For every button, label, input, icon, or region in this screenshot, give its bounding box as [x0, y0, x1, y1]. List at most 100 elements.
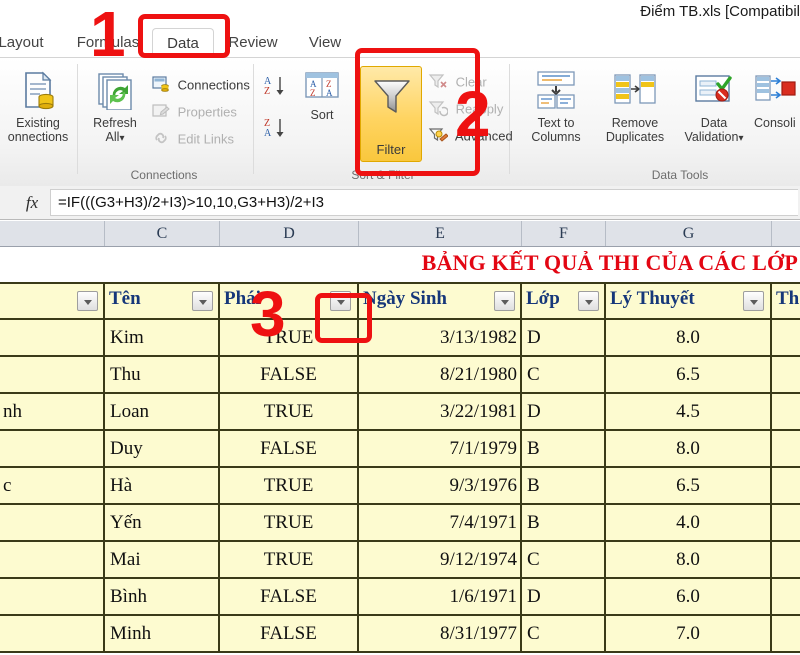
cell-class[interactable]: B: [522, 468, 606, 503]
remove-duplicates-button[interactable]: Remove Duplicates: [596, 70, 674, 144]
cell-dob[interactable]: 3/13/1982: [359, 320, 522, 355]
header-cell-g[interactable]: Lý Thuyết: [606, 284, 772, 318]
refresh-all-caret-icon[interactable]: ▾: [119, 133, 124, 144]
data-validation-button[interactable]: Data Validation▾: [678, 70, 750, 146]
function-icon[interactable]: fx: [18, 193, 46, 213]
cell-theory[interactable]: 6.5: [606, 357, 772, 392]
cell-dob[interactable]: 9/3/1976: [359, 468, 522, 503]
cell-theory[interactable]: 6.5: [606, 468, 772, 503]
cell-name[interactable]: Yến: [105, 505, 220, 540]
cell-theory[interactable]: 8.0: [606, 431, 772, 466]
cell-sex[interactable]: TRUE: [220, 468, 359, 503]
cell-dob[interactable]: 7/1/1979: [359, 431, 522, 466]
cell-name[interactable]: Mai: [105, 542, 220, 577]
column-header-f[interactable]: F: [522, 221, 606, 246]
connections-button[interactable]: Connections: [152, 75, 250, 97]
column-header-g[interactable]: G: [606, 221, 772, 246]
cell-class[interactable]: D: [522, 320, 606, 355]
cell-class[interactable]: C: [522, 357, 606, 392]
cell-practice[interactable]: [772, 542, 800, 577]
tab-review[interactable]: Review: [214, 28, 292, 58]
cell-b[interactable]: [0, 431, 105, 466]
tab-data[interactable]: Data: [152, 28, 214, 58]
cell-practice[interactable]: [772, 394, 800, 429]
cell-b[interactable]: nh: [0, 394, 105, 429]
consolidate-button[interactable]: Consoli: [754, 70, 800, 130]
cell-sex[interactable]: TRUE: [220, 542, 359, 577]
cell-sex[interactable]: TRUE: [220, 320, 359, 355]
cell-b[interactable]: [0, 616, 105, 651]
table-row[interactable]: c Hà TRUE 9/3/1976 B 6.5: [0, 468, 800, 505]
cell-practice[interactable]: [772, 579, 800, 614]
cell-sex[interactable]: FALSE: [220, 357, 359, 392]
cell-name[interactable]: Loan: [105, 394, 220, 429]
header-cell-f[interactable]: Lớp: [522, 284, 606, 318]
filter-dropdown-g[interactable]: [743, 291, 764, 311]
column-header-d[interactable]: D: [220, 221, 359, 246]
cell-b[interactable]: c: [0, 468, 105, 503]
cell-sex[interactable]: TRUE: [220, 394, 359, 429]
cell-dob[interactable]: 8/21/1980: [359, 357, 522, 392]
table-row[interactable]: Bình FALSE 1/6/1971 D 6.0: [0, 579, 800, 616]
cell-name[interactable]: Thu: [105, 357, 220, 392]
data-validation-caret-icon[interactable]: ▾: [738, 133, 743, 144]
cell-class[interactable]: C: [522, 542, 606, 577]
cell-class[interactable]: D: [522, 579, 606, 614]
cell-class[interactable]: C: [522, 616, 606, 651]
cell-theory[interactable]: 8.0: [606, 542, 772, 577]
cell-b[interactable]: [0, 320, 105, 355]
header-cell-d[interactable]: Phái: [220, 284, 359, 318]
table-row[interactable]: Kim TRUE 3/13/1982 D 8.0: [0, 320, 800, 357]
filter-dropdown-d[interactable]: [330, 291, 351, 311]
cell-practice[interactable]: [772, 431, 800, 466]
filter-dropdown-e[interactable]: [494, 291, 515, 311]
cell-practice[interactable]: [772, 505, 800, 540]
cell-sex[interactable]: FALSE: [220, 579, 359, 614]
cell-dob[interactable]: 7/4/1971: [359, 505, 522, 540]
column-header-b[interactable]: [0, 221, 105, 246]
cell-name[interactable]: Bình: [105, 579, 220, 614]
filter-dropdown-f[interactable]: [578, 291, 599, 311]
column-header-h[interactable]: [772, 221, 800, 246]
header-cell-h[interactable]: Th: [772, 284, 800, 318]
table-row[interactable]: Duy FALSE 7/1/1979 B 8.0: [0, 431, 800, 468]
cell-name[interactable]: Duy: [105, 431, 220, 466]
cell-name[interactable]: Kim: [105, 320, 220, 355]
filter-button[interactable]: Filter: [360, 66, 422, 162]
cell-class[interactable]: B: [522, 431, 606, 466]
cell-dob[interactable]: 9/12/1974: [359, 542, 522, 577]
cell-theory[interactable]: 4.5: [606, 394, 772, 429]
sort-az-button[interactable]: A Z: [261, 74, 291, 101]
tab-view[interactable]: View: [292, 28, 358, 58]
cell-name[interactable]: Minh: [105, 616, 220, 651]
tab-layout[interactable]: Layout: [0, 28, 64, 58]
cell-dob[interactable]: 8/31/1977: [359, 616, 522, 651]
cell-b[interactable]: [0, 357, 105, 392]
text-to-columns-button[interactable]: Text to Columns: [520, 70, 592, 144]
cell-dob[interactable]: 3/22/1981: [359, 394, 522, 429]
column-header-e[interactable]: E: [359, 221, 522, 246]
cell-practice[interactable]: [772, 468, 800, 503]
cell-dob[interactable]: 1/6/1971: [359, 579, 522, 614]
table-row[interactable]: Mai TRUE 9/12/1974 C 8.0: [0, 542, 800, 579]
refresh-all-button[interactable]: Refresh All▾: [84, 70, 146, 146]
sort-za-button[interactable]: Z A: [261, 116, 291, 143]
cell-practice[interactable]: [772, 320, 800, 355]
header-cell-c[interactable]: Tên: [105, 284, 220, 318]
cell-practice[interactable]: [772, 357, 800, 392]
table-row[interactable]: Thu FALSE 8/21/1980 C 6.5: [0, 357, 800, 394]
cell-theory[interactable]: 4.0: [606, 505, 772, 540]
cell-sex[interactable]: TRUE: [220, 505, 359, 540]
existing-connections-button[interactable]: Existing onnections: [0, 70, 76, 144]
cell-b[interactable]: [0, 542, 105, 577]
filter-dropdown-c[interactable]: [192, 291, 213, 311]
table-row[interactable]: Yến TRUE 7/4/1971 B 4.0: [0, 505, 800, 542]
cell-theory[interactable]: 7.0: [606, 616, 772, 651]
formula-input[interactable]: =IF(((G3+H3)/2+I3)>10,10,G3+H3)/2+I3: [50, 189, 798, 216]
sort-button[interactable]: A Z Z A Sort: [296, 70, 348, 122]
header-cell-b[interactable]: [0, 284, 105, 318]
cell-sex[interactable]: FALSE: [220, 431, 359, 466]
cell-theory[interactable]: 6.0: [606, 579, 772, 614]
table-row[interactable]: Minh FALSE 8/31/1977 C 7.0: [0, 616, 800, 653]
cell-sex[interactable]: FALSE: [220, 616, 359, 651]
